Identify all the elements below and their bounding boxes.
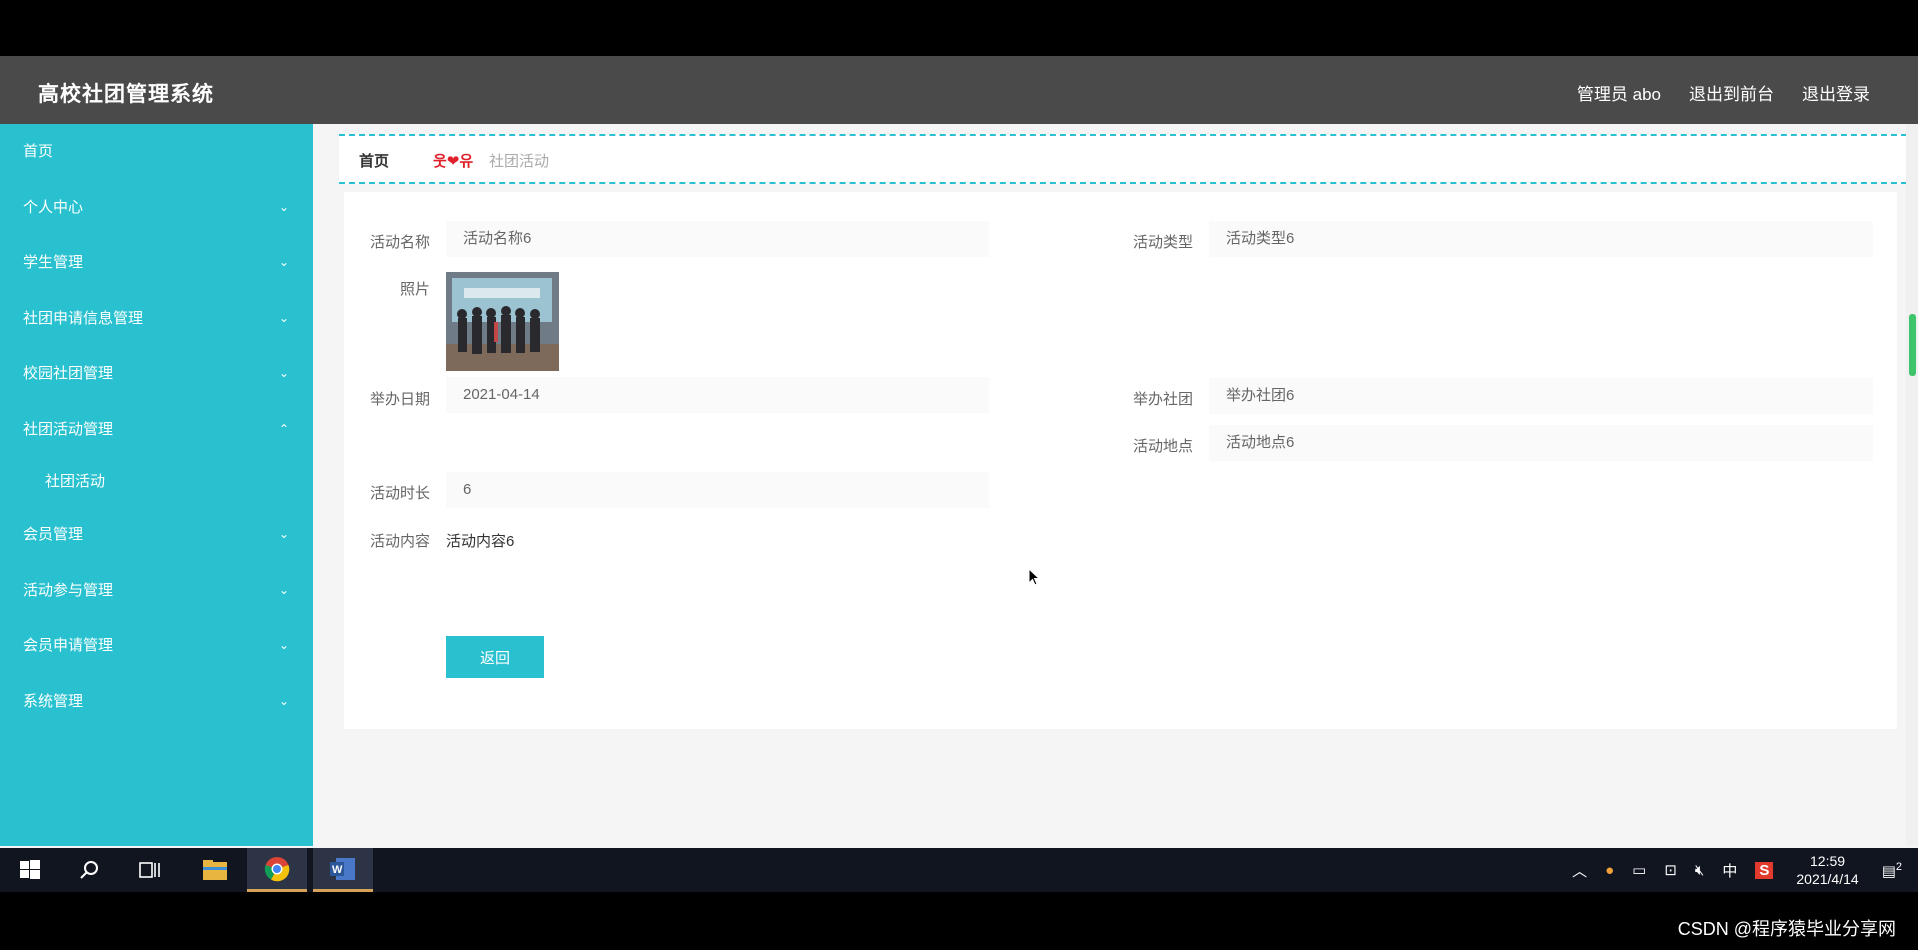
logout-link[interactable]: 退出登录 bbox=[1802, 80, 1870, 105]
battery-icon[interactable]: ▭ bbox=[1632, 861, 1646, 879]
breadcrumb-home[interactable]: 首页 bbox=[359, 150, 389, 171]
back-button[interactable]: 返回 bbox=[446, 636, 544, 678]
chevron-down-icon: ⌄ bbox=[278, 693, 289, 708]
sidebar-item-label: 首页 bbox=[23, 143, 54, 160]
chevron-down-icon: ⌄ bbox=[278, 199, 289, 214]
photo-image bbox=[446, 272, 559, 371]
sidebar-item-member-management[interactable]: 会员管理 ⌄ bbox=[0, 507, 313, 563]
svg-text:W: W bbox=[332, 864, 343, 876]
chevron-down-icon: ⌄ bbox=[278, 255, 289, 269]
chevron-down-icon: ⌄ bbox=[278, 310, 289, 325]
mouse-cursor-icon bbox=[1028, 568, 1041, 586]
top-bar: 高校社团管理系统 管理员 abo 退出到前台 退出登录 bbox=[0, 56, 1918, 124]
search-icon[interactable] bbox=[60, 848, 120, 892]
sidebar-item-label: 会员管理 bbox=[23, 526, 84, 543]
notification-icon[interactable]: ▤2 bbox=[1882, 861, 1902, 880]
admin-user-label[interactable]: 管理员 abo bbox=[1577, 80, 1661, 105]
task-view-icon[interactable] bbox=[120, 848, 180, 892]
chevron-down-icon: ⌄ bbox=[278, 582, 289, 597]
detail-panel: 活动名称 活动名称6 活动类型 活动类型6 照片 举办日期 2021-04-14… bbox=[344, 192, 1897, 729]
network-icon[interactable]: ⊡ bbox=[1664, 861, 1677, 879]
sidebar-item-campus-club[interactable]: 校园社团管理 ⌄ bbox=[0, 346, 313, 402]
chevron-down-icon: ⌄ bbox=[278, 366, 289, 380]
sidebar: 首页 个人中心 ⌄ 学生管理 ⌄ 社团申请信息管理 ⌄ 校园社团管理 ⌄ 社团活… bbox=[0, 124, 313, 846]
date-label: 举办日期 bbox=[369, 391, 430, 408]
sidebar-item-personal-center[interactable]: 个人中心 ⌄ bbox=[0, 180, 313, 236]
activity-type-label: 活动类型 bbox=[1132, 234, 1193, 251]
breadcrumb: 首页 웃❤유 社团活动 bbox=[339, 134, 1907, 184]
exit-to-front-link[interactable]: 退出到前台 bbox=[1689, 80, 1774, 105]
sidebar-item-student-management[interactable]: 学生管理 ⌄ bbox=[0, 235, 313, 291]
windows-taskbar: W ︿ ● ▭ ⊡ 🔇︎ 中 S 12:59 2021/4/14 ▤2 bbox=[0, 848, 1918, 892]
chevron-down-icon: ⌄ bbox=[278, 527, 289, 541]
file-explorer-icon[interactable] bbox=[185, 848, 245, 892]
sidebar-item-system-management[interactable]: 系统管理 ⌄ bbox=[0, 674, 313, 730]
sidebar-item-member-application[interactable]: 会员申请管理 ⌄ bbox=[0, 618, 313, 674]
windows-start-icon[interactable] bbox=[0, 848, 60, 892]
ime-indicator[interactable]: 中 bbox=[1722, 860, 1737, 881]
sidebar-subitem-club-activity[interactable]: 社团活动 bbox=[0, 457, 313, 507]
duration-label: 活动时长 bbox=[369, 485, 430, 502]
chevron-up-icon: ⌃ bbox=[278, 421, 289, 436]
sidebar-item-label: 校园社团管理 bbox=[23, 365, 114, 382]
sidebar-item-activity-participation[interactable]: 活动参与管理 ⌄ bbox=[0, 563, 313, 619]
app-title: 高校社团管理系统 bbox=[38, 83, 214, 106]
scroll-thumb[interactable] bbox=[1909, 314, 1916, 376]
content-value: 活动内容6 bbox=[446, 533, 515, 550]
location-field[interactable]: 活动地点6 bbox=[1209, 425, 1873, 461]
clock-time: 12:59 bbox=[1810, 853, 1846, 869]
watermark: CSDN @程序猿毕业分享网 bbox=[1677, 919, 1896, 939]
photo-label: 照片 bbox=[399, 281, 430, 298]
sidebar-item-club-application[interactable]: 社团申请信息管理 ⌄ bbox=[0, 291, 313, 347]
activity-name-field[interactable]: 活动名称6 bbox=[446, 221, 989, 257]
location-label: 活动地点 bbox=[1132, 438, 1193, 455]
sidebar-item-label: 社团申请信息管理 bbox=[23, 309, 144, 327]
volume-muted-icon[interactable]: 🔇︎ bbox=[1695, 862, 1704, 879]
duration-field[interactable]: 6 bbox=[446, 472, 989, 508]
chevron-down-icon: ⌄ bbox=[278, 638, 289, 652]
activity-name-label: 活动名称 bbox=[369, 234, 430, 251]
system-tray: ︿ ● ▭ ⊡ 🔇︎ 中 S 12:59 2021/4/14 ▤2 bbox=[1563, 848, 1918, 892]
tray-app-icon[interactable]: ● bbox=[1605, 862, 1614, 879]
main-content: 首页 웃❤유 社团活动 活动名称 活动名称6 活动类型 活动类型6 照片 举办日… bbox=[313, 124, 1918, 846]
sidebar-item-label: 社团活动管理 bbox=[23, 420, 114, 438]
top-links: 管理员 abo 退出到前台 退出登录 bbox=[1577, 80, 1870, 105]
page-scrollbar[interactable] bbox=[1906, 124, 1918, 846]
sidebar-item-label: 活动参与管理 bbox=[23, 581, 114, 599]
word-icon[interactable]: W bbox=[313, 848, 373, 892]
sidebar-item-label: 会员申请管理 bbox=[23, 637, 114, 654]
chevron-up-icon[interactable]: ︿ bbox=[1572, 860, 1587, 881]
clock-date: 2021/4/14 bbox=[1796, 871, 1859, 887]
sidebar-item-label: 个人中心 bbox=[23, 198, 84, 216]
club-label: 举办社团 bbox=[1132, 391, 1193, 408]
sidebar-item-club-activity[interactable]: 社团活动管理 ⌃ bbox=[0, 402, 313, 458]
activity-type-field[interactable]: 活动类型6 bbox=[1209, 221, 1873, 257]
sidebar-item-label: 学生管理 bbox=[23, 254, 84, 271]
app-frame: 高校社团管理系统 管理员 abo 退出到前台 退出登录 首页 个人中心 ⌄ 学生… bbox=[0, 56, 1918, 892]
chrome-icon[interactable] bbox=[247, 848, 307, 892]
clock[interactable]: 12:59 2021/4/14 bbox=[1796, 852, 1858, 888]
sidebar-item-home[interactable]: 首页 bbox=[0, 124, 313, 180]
notification-count: 2 bbox=[1895, 860, 1902, 873]
breadcrumb-current: 社团活动 bbox=[489, 153, 550, 170]
content-label: 活动内容 bbox=[369, 533, 430, 550]
club-field[interactable]: 举办社团6 bbox=[1209, 378, 1873, 414]
activity-photo[interactable] bbox=[446, 272, 559, 371]
sidebar-item-label: 系统管理 bbox=[23, 692, 84, 710]
date-field[interactable]: 2021-04-14 bbox=[446, 377, 989, 413]
sogou-ime-icon[interactable]: S bbox=[1755, 861, 1774, 879]
breadcrumb-separator: 웃❤유 bbox=[433, 153, 474, 170]
